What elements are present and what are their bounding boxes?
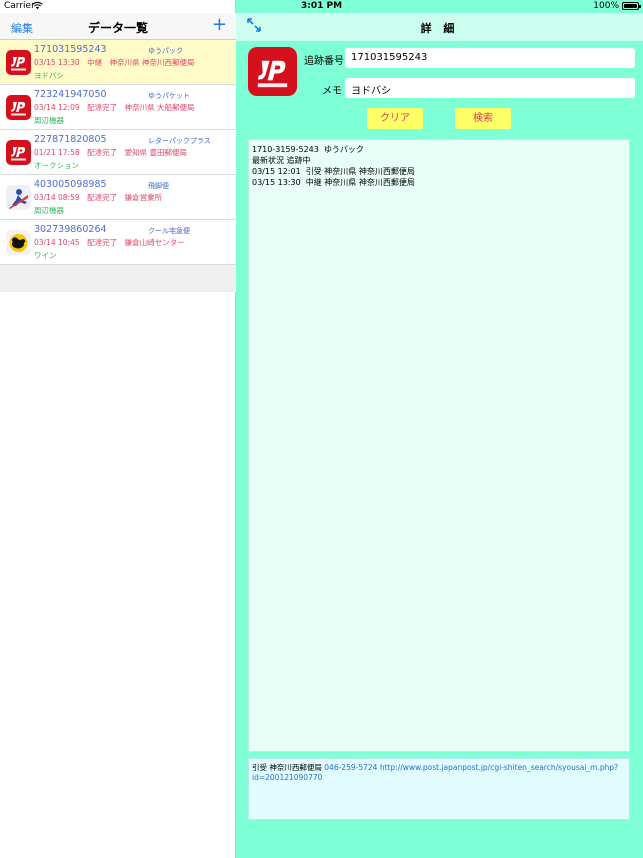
office-phone-link[interactable]: 046-259-5724 (324, 763, 377, 772)
office-info: 引受 神奈川西郵便局 046-259-5724 http://www.post.… (248, 758, 630, 820)
status-bar: Carrier 3:01 PM 100% (0, 0, 643, 13)
status-line: 03/14 12:09 配達完了 神奈川県 大船郵便局 (34, 103, 195, 112)
list-item[interactable]: 403005098985 飛脚便 03/14 08:59 配達完了 鎌倉営業所 … (0, 175, 236, 220)
list-footer (0, 265, 236, 292)
result-line: 03/15 13:30 中継 神奈川県 神奈川西郵便局 (252, 178, 415, 187)
japan-post-icon (6, 95, 31, 120)
memo-text: ヨドバシ (34, 71, 64, 80)
search-button[interactable]: 検索 (455, 108, 511, 129)
status-line: 03/14 10:45 配達完了 鎌倉山崎センター (34, 238, 185, 247)
tracking-number: 171031595243 (34, 44, 107, 55)
status-line: 03/14 08:59 配達完了 鎌倉営業所 (34, 193, 163, 202)
list-navigation-bar: 編集 データ一覧 + (0, 13, 236, 40)
office-name: 引受 神奈川西郵便局 (252, 763, 322, 772)
carrier-name: クール宅急便 (148, 227, 190, 235)
sagawa-icon (6, 185, 31, 210)
status-line: 01/21 17:58 配達完了 愛知県 豊田郵便局 (34, 148, 187, 157)
memo-text: 周辺機器 (34, 206, 64, 215)
memo-field[interactable]: ヨドバシ (345, 78, 635, 98)
clear-button[interactable]: クリア (367, 108, 423, 129)
tracking-number: 723241947050 (34, 89, 107, 100)
carrier-name: ゆうパック (148, 47, 183, 55)
list-item[interactable]: 302739860264 クール宅急便 03/14 10:45 配達完了 鎌倉山… (0, 220, 236, 265)
battery-icon (622, 2, 641, 10)
detail-pane: 詳 細 追跡番号 171031595243 メモ ヨドバシ クリア 検索 171… (236, 0, 643, 858)
status-line: 03/15 13:30 中継 神奈川県 神奈川西郵便局 (34, 58, 195, 67)
memo-text: ワイン (34, 251, 57, 260)
japan-post-icon (6, 140, 31, 165)
battery-percent: 100% (593, 1, 619, 11)
list-item[interactable]: 171031595243 ゆうパック 03/15 13:30 中継 神奈川県 神… (0, 40, 236, 85)
tracking-number: 227871820805 (34, 134, 107, 145)
japan-post-icon (248, 47, 297, 96)
yamato-icon (6, 230, 31, 255)
tracking-number: 403005098985 (34, 179, 107, 190)
detail-navigation-bar: 詳 細 (236, 13, 643, 41)
japan-post-icon (6, 50, 31, 75)
result-line: 最新状況 追跡中 (252, 156, 311, 165)
tracking-result: 1710-3159-5243 ゆうパック 最新状況 追跡中 03/15 12:0… (248, 139, 630, 752)
memo-text: 周辺機器 (34, 116, 64, 125)
list-item[interactable]: 227871820805 レターパックプラス 01/21 17:58 配達完了 … (0, 130, 236, 175)
tracking-number-label: 追跡番号 (304, 56, 344, 67)
memo-label: メモ (322, 86, 342, 97)
list-title: データ一覧 (87, 21, 148, 35)
list-pane: 編集 データ一覧 + 171031595243 ゆうパック 03/15 13:3… (0, 0, 236, 858)
detail-title: 詳 細 (420, 22, 459, 35)
add-button[interactable]: + (212, 15, 227, 35)
carrier-name: レターパックプラス (148, 137, 211, 145)
carrier-name: ゆうパケット (148, 92, 190, 100)
carrier-name: 飛脚便 (148, 182, 169, 190)
clock: 3:01 PM (300, 1, 343, 11)
result-line: 1710-3159-5243 ゆうパック (252, 145, 364, 154)
tracking-number: 302739860264 (34, 224, 107, 235)
memo-text: オークション (34, 161, 79, 170)
tracking-number-field[interactable]: 171031595243 (345, 48, 635, 68)
tracking-list: 171031595243 ゆうパック 03/15 13:30 中継 神奈川県 神… (0, 40, 236, 265)
list-item[interactable]: 723241947050 ゆうパケット 03/14 12:09 配達完了 神奈川… (0, 85, 236, 130)
result-line: 03/15 12:01 引受 神奈川県 神奈川西郵便局 (252, 167, 415, 176)
